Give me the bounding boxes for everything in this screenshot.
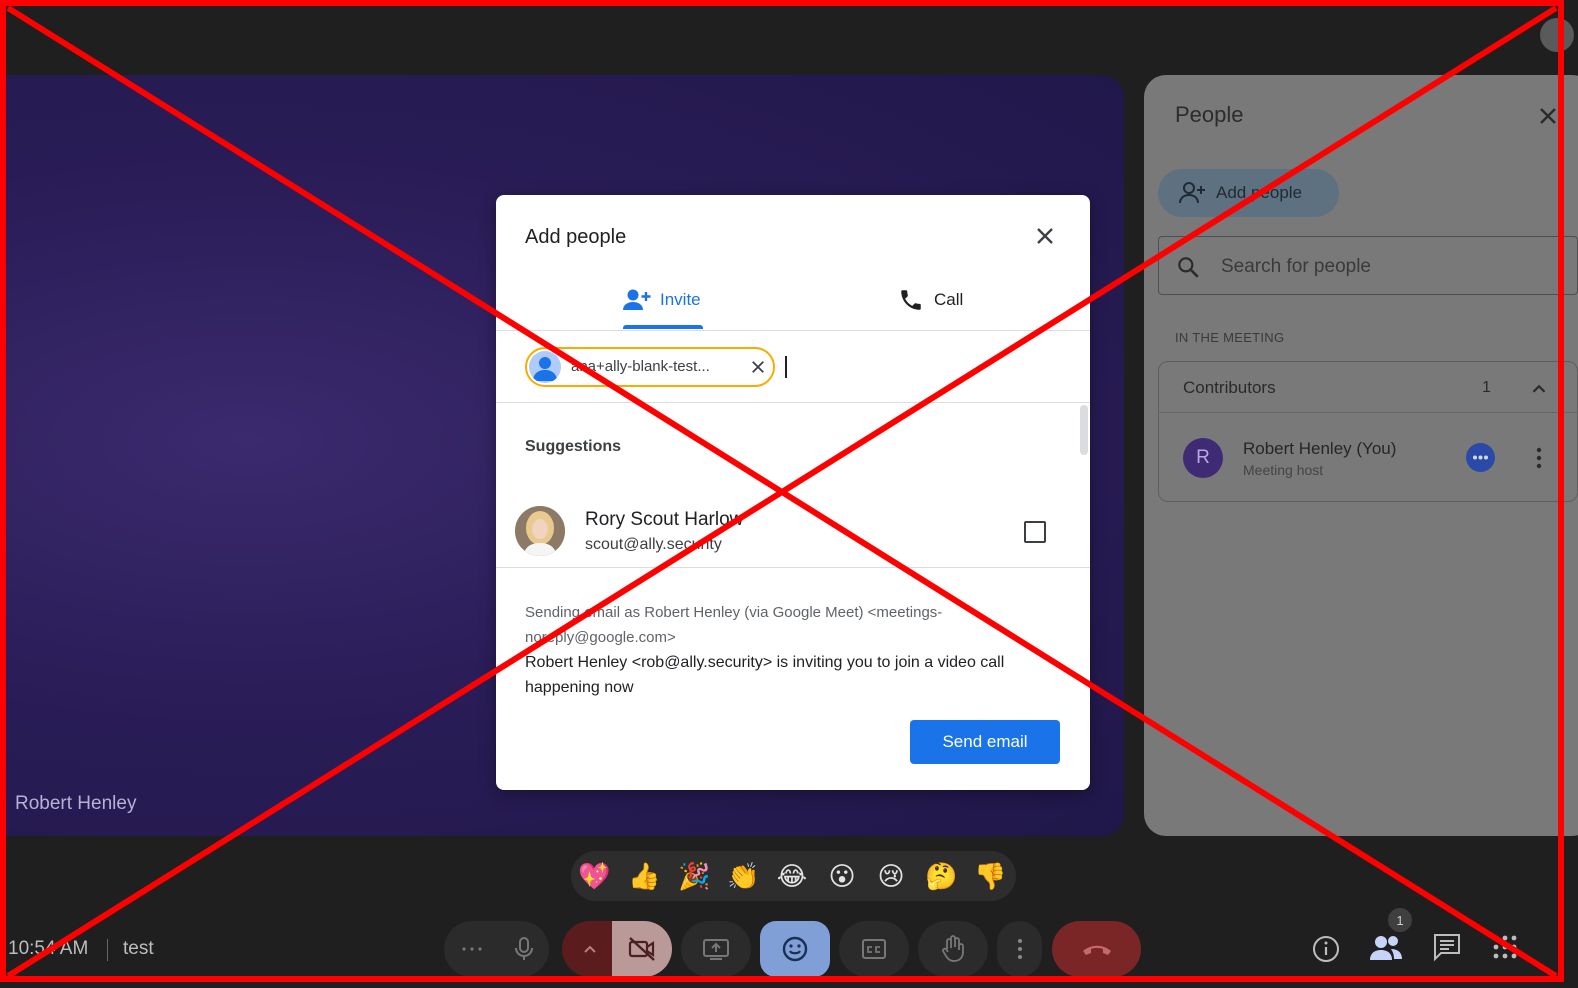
hand-icon <box>942 935 964 962</box>
party-popper-reaction[interactable]: 🎉 <box>678 861 710 893</box>
thinking-reaction[interactable]: 🤔 <box>925 861 957 893</box>
people-panel-title: People <box>1175 102 1244 127</box>
add-people-label: Add people <box>1216 183 1303 202</box>
laughing-reaction[interactable]: 😂 <box>776 861 808 893</box>
chevron-up-icon[interactable] <box>1528 378 1550 400</box>
videocam-off-icon <box>628 937 655 961</box>
mic-icon <box>515 937 533 960</box>
suggestion-email: scout@ally.security <box>585 536 722 553</box>
divider <box>496 567 1090 568</box>
more-vert-icon <box>1017 939 1022 959</box>
add-people-button[interactable]: Add people <box>1158 169 1339 217</box>
stage-participant-name: Robert Henley <box>15 793 137 814</box>
sending-note: Sending email as Robert Henley (via Goog… <box>525 604 943 646</box>
person-add-icon <box>1178 181 1206 205</box>
tab-call[interactable]: Call <box>896 286 976 326</box>
search-icon <box>1175 254 1201 280</box>
remove-chip-icon[interactable] <box>749 358 767 376</box>
reactions-button[interactable] <box>760 921 830 977</box>
close-icon[interactable] <box>1534 102 1562 130</box>
captions-button[interactable] <box>839 921 909 977</box>
emoji-icon <box>782 936 808 962</box>
more-vert-icon[interactable] <box>1531 445 1547 471</box>
participant-role: Meeting host <box>1243 462 1324 478</box>
meeting-name: test <box>123 938 154 959</box>
crying-reaction[interactable]: 😢 <box>875 861 907 893</box>
dialog-title: Add people <box>525 226 627 248</box>
account-avatar[interactable] <box>1540 18 1574 52</box>
phone-icon <box>898 287 924 313</box>
apps-icon[interactable] <box>1491 933 1519 961</box>
suggestion-name: Rory Scout Harlow <box>585 509 744 530</box>
audio-options-button[interactable] <box>444 921 499 977</box>
chat-icon[interactable] <box>1430 930 1464 964</box>
microphone-button[interactable] <box>499 921 549 977</box>
thumbs-up-reaction[interactable]: 👍 <box>628 861 660 893</box>
sparkling-heart-reaction[interactable]: 💖 <box>578 861 610 893</box>
contributors-label[interactable]: Contributors <box>1183 378 1276 398</box>
person-add-icon <box>622 288 652 312</box>
people-icon[interactable] <box>1367 928 1405 968</box>
leave-call-button[interactable] <box>1052 921 1141 977</box>
avatar <box>515 506 565 556</box>
avatar: R <box>1183 438 1223 478</box>
call-end-icon <box>1082 945 1111 955</box>
chevron-up-icon <box>584 945 596 953</box>
section-label: IN THE MEETING <box>1175 330 1285 345</box>
recipient-chip[interactable]: ana+ally-blank-test... <box>525 347 775 387</box>
clapping-reaction[interactable]: 👏 <box>727 861 759 893</box>
divider <box>1158 412 1578 413</box>
participant-options-icon[interactable] <box>1466 443 1495 472</box>
send-email-button[interactable]: Send email <box>910 720 1060 764</box>
contributors-count: 1 <box>1482 379 1491 396</box>
more-options-button[interactable] <box>997 921 1042 977</box>
active-tab-indicator <box>623 325 703 329</box>
recipient-input[interactable] <box>785 356 787 378</box>
suggestions-heading: Suggestions <box>525 438 622 455</box>
divider <box>496 402 1090 403</box>
tab-invite[interactable]: Invite <box>620 286 710 330</box>
add-people-dialog <box>496 195 1090 790</box>
raise-hand-button[interactable] <box>918 921 988 977</box>
participant-name: Robert Henley (You) <box>1243 439 1397 458</box>
info-icon[interactable] <box>1307 930 1345 968</box>
clock: 10:54 AM <box>8 938 89 959</box>
tab-call-label: Call <box>934 290 964 309</box>
closed-caption-icon <box>862 939 886 959</box>
divider <box>496 330 1090 331</box>
close-icon[interactable] <box>1031 222 1059 250</box>
surprised-reaction[interactable]: 😮 <box>826 861 858 893</box>
present-icon <box>703 939 729 960</box>
scrollbar[interactable] <box>1080 405 1088 455</box>
recipient-chip-label: ana+ally-blank-test... <box>571 358 710 375</box>
camera-button[interactable] <box>612 921 672 977</box>
invite-message: Robert Henley <rob@ally.security> is inv… <box>525 654 1005 696</box>
avatar <box>529 351 561 383</box>
tab-invite-label: Invite <box>660 290 701 309</box>
divider <box>107 939 108 961</box>
suggestion-checkbox[interactable] <box>1024 521 1046 543</box>
more-horiz-icon <box>461 947 482 951</box>
present-screen-button[interactable] <box>681 921 751 977</box>
search-placeholder: Search for people <box>1221 256 1371 277</box>
thumbs-down-reaction[interactable]: 👎 <box>974 861 1006 893</box>
search-people-input[interactable]: Search for people <box>1158 236 1578 295</box>
